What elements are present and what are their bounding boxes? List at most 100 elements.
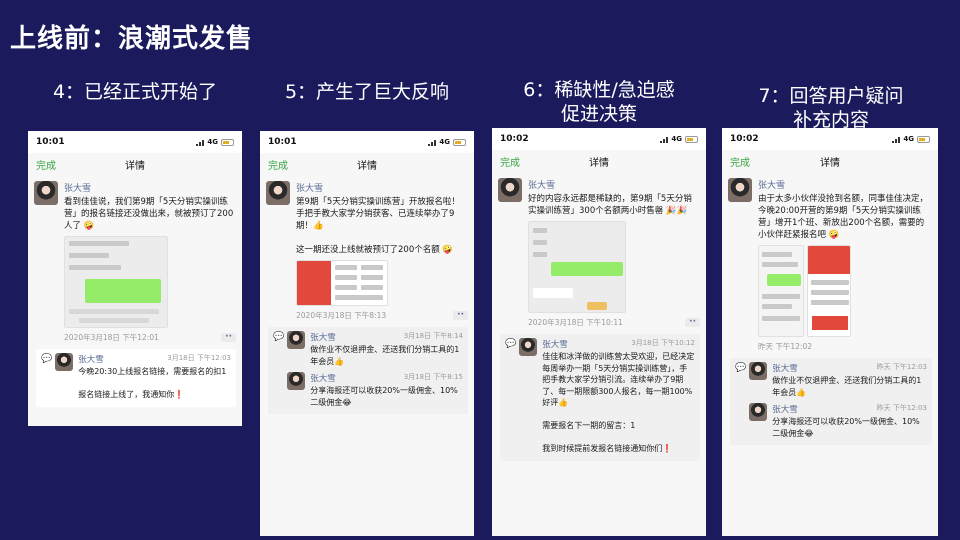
- status-time: 10:02: [730, 134, 759, 144]
- column-heading-7: 7：回答用户疑问 补充内容: [758, 85, 904, 131]
- comment-time: 3月18日 下午10:12: [631, 339, 695, 347]
- comment-item[interactable]: 💬 张大雪 3月18日 下午10:12 佳佳和冰洋做的训练营太受欢迎，已经决定每周…: [505, 338, 695, 455]
- comment-text: 做作业不仅退押金、还送我们分销工具的1年会员👍: [772, 376, 922, 397]
- post-text: 第9期「5天分销实操训练营」开放报名啦！手把手教大家学分销获客、已连续举办了9期…: [296, 197, 460, 255]
- chat-screenshot-thumbnail[interactable]: [528, 221, 626, 313]
- comment-text: 分享海报还可以收获20%一级佣金、10%二级佣金😂: [772, 417, 920, 438]
- network-label: 4G: [903, 135, 914, 143]
- comment-author[interactable]: 张大雪: [310, 331, 336, 343]
- comment-text: 佳佳和冰洋做的训练营太受欢迎，已经决定每周举办一期「5天分销实操训练营」，手把手…: [542, 352, 695, 453]
- comment-icon: 💬: [505, 339, 517, 349]
- comment-time: 3月18日 下午12:03: [167, 354, 231, 362]
- promo-poster-thumbnail[interactable]: [296, 260, 388, 306]
- avatar[interactable]: [749, 362, 768, 380]
- battery-icon: [221, 138, 234, 146]
- avatar[interactable]: [498, 178, 522, 202]
- comment-time: 3月18日 下午8:15: [403, 373, 463, 381]
- post-date: 昨天 下午12:02: [758, 342, 812, 351]
- comment-section: 💬 张大雪 3月18日 下午8:14 做作业不仅退押金、还送我们分销工具的1年会员…: [268, 327, 468, 414]
- moment-post: 张大雪 由于太多小伙伴没抢到名额，同事佳佳决定，今晚20:00开营的第9期「5天…: [722, 172, 938, 354]
- comment-author[interactable]: 张大雪: [542, 338, 568, 350]
- signal-icon: [196, 139, 205, 146]
- phone-screenshot-6: 10:02 4G 完成 详情 张大雪 好的内容永远都是稀缺的，第9期「5天分销实…: [492, 128, 706, 536]
- done-button[interactable]: 完成: [500, 154, 520, 169]
- comment-icon: 💬: [735, 363, 747, 373]
- done-button[interactable]: 完成: [36, 157, 56, 172]
- chat-screenshot-thumbnail[interactable]: [758, 245, 804, 337]
- avatar[interactable]: [519, 338, 538, 356]
- status-time: 10:02: [500, 134, 529, 144]
- comment-author[interactable]: 张大雪: [772, 403, 798, 415]
- nav-bar: 完成 详情: [28, 153, 242, 175]
- nav-bar: 完成 详情: [722, 150, 938, 172]
- more-options-button[interactable]: ··: [453, 311, 468, 320]
- poster-name[interactable]: 张大雪: [758, 178, 932, 191]
- poster-name[interactable]: 张大雪: [528, 178, 700, 191]
- comment-author[interactable]: 张大雪: [772, 362, 798, 374]
- post-text: 看到佳佳说，我们第9期「5天分销实操训练营」的报名链接还没做出来，就被预订了20…: [64, 197, 234, 231]
- slide-title: 上线前：浪潮式发售: [10, 24, 254, 54]
- avatar[interactable]: [749, 403, 768, 421]
- comment-author[interactable]: 张大雪: [78, 353, 104, 365]
- moment-post: 张大雪 看到佳佳说，我们第9期「5天分销实操训练营」的报名链接还没做出来，就被预…: [28, 175, 242, 345]
- column-heading-4: 4：已经正式开始了: [52, 81, 218, 103]
- comment-item[interactable]: 💬 张大雪 3月18日 下午8:14 做作业不仅退押金、还送我们分销工具的1年会员…: [273, 331, 463, 367]
- status-bar: 10:01 4G: [28, 131, 242, 153]
- network-label: 4G: [671, 135, 682, 143]
- status-time: 10:01: [36, 137, 65, 147]
- network-label: 4G: [207, 138, 218, 146]
- column-heading-6: 6：稀缺性/急迫感 促进决策: [523, 79, 675, 125]
- avatar[interactable]: [287, 372, 306, 390]
- phone-screenshot-4: 10:01 4G 完成 详情 张大雪 看到佳佳说，我们第9期「5天分销实操训练营…: [28, 131, 242, 426]
- battery-icon: [917, 135, 930, 143]
- column-heading-5: 5：产生了巨大反响: [284, 81, 450, 103]
- more-options-button[interactable]: ··: [685, 318, 700, 327]
- comment-item[interactable]: 💬 张大雪昨天 下午12:03 分享海报还可以收获20%一级佣金、10%二级佣金…: [735, 403, 927, 439]
- comment-text: 做作业不仅退押金、还送我们分销工具的1年会员👍: [310, 345, 460, 366]
- done-button[interactable]: 完成: [730, 154, 750, 169]
- status-bar: 10:02 4G: [492, 128, 706, 150]
- comment-author[interactable]: 张大雪: [310, 372, 336, 384]
- battery-icon: [453, 138, 466, 146]
- status-time: 10:01: [268, 137, 297, 147]
- avatar[interactable]: [287, 331, 306, 349]
- comment-time: 昨天 下午12:03: [876, 404, 927, 412]
- moment-post: 张大雪 好的内容永远都是稀缺的，第9期「5天分销实操训练营」300个名额两小时售…: [492, 172, 706, 330]
- comment-icon: 💬: [273, 332, 285, 342]
- promo-poster-thumbnail[interactable]: [807, 245, 851, 337]
- chat-screenshot-thumbnail[interactable]: [64, 236, 168, 328]
- comment-text: 今晚20:30上线报名链接，需要报名的扣1 报名链接上线了，我通知你❗: [78, 367, 227, 399]
- post-date: 2020年3月18日 下午8:13: [296, 311, 387, 320]
- poster-name[interactable]: 张大雪: [64, 181, 236, 194]
- nav-title: 详情: [589, 157, 609, 169]
- avatar[interactable]: [55, 353, 74, 371]
- status-bar: 10:01 4G: [260, 131, 474, 153]
- comment-item[interactable]: 💬 张大雪3月18日 下午8:15 分享海报还可以收获20%一级佣金、10%二级…: [273, 372, 463, 408]
- moment-post: 张大雪 第9期「5天分销实操训练营」开放报名啦！手把手教大家学分销获客、已连续举…: [260, 175, 474, 323]
- done-button[interactable]: 完成: [268, 157, 288, 172]
- comment-section: 💬 张大雪 3月18日 下午10:12 佳佳和冰洋做的训练营太受欢迎，已经决定每周…: [500, 334, 700, 461]
- network-label: 4G: [439, 138, 450, 146]
- comment-time: 3月18日 下午8:14: [403, 332, 463, 340]
- signal-icon: [660, 136, 669, 143]
- comment-time: 昨天 下午12:03: [876, 363, 927, 371]
- phone-screenshot-7: 10:02 4G 完成 详情 张大雪 由于太多小伙伴没抢到名额，同事佳佳决定，今…: [722, 128, 938, 536]
- comment-item[interactable]: 💬 张大雪 3月18日 下午12:03 今晚20:30上线报名链接，需要报名的扣1…: [41, 353, 231, 401]
- comment-section: 💬 张大雪 3月18日 下午12:03 今晚20:30上线报名链接，需要报名的扣1…: [36, 349, 236, 407]
- nav-bar: 完成 详情: [260, 153, 474, 175]
- nav-title: 详情: [820, 157, 840, 169]
- comment-section: 💬 张大雪 昨天 下午12:03 做作业不仅退押金、还送我们分销工具的1年会员👍 …: [730, 358, 932, 445]
- poster-name[interactable]: 张大雪: [296, 181, 468, 194]
- comment-item[interactable]: 💬 张大雪 昨天 下午12:03 做作业不仅退押金、还送我们分销工具的1年会员👍: [735, 362, 927, 398]
- avatar[interactable]: [34, 181, 58, 205]
- signal-icon: [428, 139, 437, 146]
- battery-icon: [685, 135, 698, 143]
- avatar[interactable]: [728, 178, 752, 202]
- comment-icon: 💬: [41, 354, 53, 364]
- signal-icon: [892, 136, 901, 143]
- avatar[interactable]: [266, 181, 290, 205]
- post-text: 好的内容永远都是稀缺的，第9期「5天分销实操训练营」300个名额两小时售罄 🎉🎉: [528, 194, 692, 216]
- phone-screenshot-5: 10:01 4G 完成 详情 张大雪 第9期「5天分销实操训练营」开放报名啦！手…: [260, 131, 474, 536]
- more-options-button[interactable]: ··: [221, 333, 236, 342]
- nav-bar: 完成 详情: [492, 150, 706, 172]
